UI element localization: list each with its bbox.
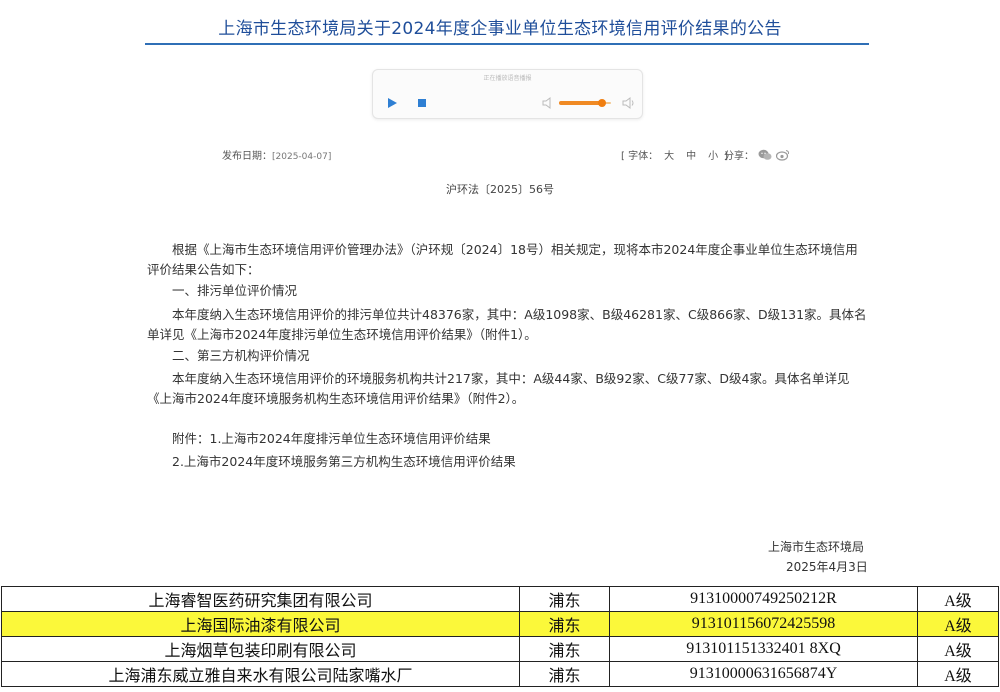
grade-cell: A级 [917,661,999,687]
credit-code-cell: 91310000749250212R [609,586,918,612]
share-row: 分享： [724,147,790,162]
page-title: 上海市生态环境局关于2024年度企事业单位生态环境信用评价结果的公告 [218,19,782,39]
font-size-controls: [ 字体：大中小] [621,147,728,162]
company-name-cell: 上海浦东威立雅自来水有限公司陆家嘴水厂 [1,661,520,687]
volume-high-icon [622,97,634,109]
font-small-option[interactable]: 小 [708,151,718,162]
results-table: 上海睿智医药研究集团有限公司 浦东 91310000749250212R A级 上海国际… [1,586,999,687]
audio-player: 正在播放语音播报 [372,69,643,119]
share-label: 分享： [724,151,754,162]
document-number: 沪环法〔2025〕56号 [446,183,554,196]
wechat-icon[interactable] [758,149,772,161]
grade-cell: A级 [917,636,999,662]
volume-knob[interactable] [597,99,606,107]
district-cell: 浦东 [519,611,610,637]
section-paragraph-1: 本年度纳入生态环境信用评价的排污单位共计48376家，其中：A级1098家、B级… [147,307,867,342]
section-heading-2: 二、第三方机构评价情况 [172,348,310,363]
weibo-icon[interactable] [776,149,790,161]
publish-date-label: 发布日期： [222,151,272,162]
stop-icon [418,99,426,107]
issue-date: 2025年4月3日 [786,560,868,574]
font-size-label: [ 字体： [621,151,659,162]
font-medium-option[interactable]: 中 [686,151,696,162]
publish-date-row: 发布日期：[2025-04-07] [222,147,331,162]
attachment-link-2[interactable]: 2.上海市2024年度环境服务第三方机构生态环境信用评价结果 [147,452,894,472]
grade-cell: A级 [917,586,999,612]
play-button[interactable] [382,93,402,113]
credit-code-cell: 913101156072425598 [609,611,918,637]
player-caption: 正在播放语音播报 [483,75,532,82]
intro-paragraph: 根据《上海市生态环境信用评价管理办法》（沪环规〔2024〕18号）相关规定，现将… [147,242,858,277]
table-row: 上海国际油漆有限公司 浦东 913101156072425598 A级 [1,611,999,637]
attachment-link-1[interactable]: 附件：1.上海市2024年度排污单位生态环境信用评价结果 [147,429,894,449]
publish-date: [2025-04-07] [272,152,332,162]
results-table-body: 上海睿智医药研究集团有限公司 浦东 91310000749250212R A级 上海国际… [1,586,999,687]
company-name-cell: 上海国际油漆有限公司 [1,611,520,637]
company-name-cell: 上海烟草包装印刷有限公司 [1,636,520,662]
district-cell: 浦东 [519,661,610,687]
play-icon [388,98,397,108]
section-paragraph-2: 本年度纳入生态环境信用评价的环境服务机构共计217家，其中：A级44家、B级92… [147,371,850,406]
font-large-option[interactable]: 大 [664,151,674,162]
grade-cell: A级 [917,611,999,637]
title-underline [145,43,869,45]
table-row: 上海睿智医药研究集团有限公司 浦东 91310000749250212R A级 [1,586,999,612]
table-row: 上海浦东威立雅自来水有限公司陆家嘴水厂 浦东 91310000631656874Y A… [1,661,999,687]
issuer-name: 上海市生态环境局 [768,540,865,554]
volume-low-icon [542,97,551,109]
district-cell: 浦东 [519,636,610,662]
credit-code-cell: 91310000631656874Y [609,661,918,687]
credit-code-cell: 913101151332401 8XQ [609,636,918,662]
table-row: 上海烟草包装印刷有限公司 浦东 913101151332401 8XQ A级 [1,636,999,662]
section-heading-1: 一、排污单位评价情况 [172,283,298,298]
company-name-cell: 上海睿智医药研究集团有限公司 [1,586,520,612]
volume-fill [559,101,602,105]
district-cell: 浦东 [519,586,610,612]
volume-slider[interactable] [559,99,611,107]
stop-button[interactable] [412,93,432,113]
